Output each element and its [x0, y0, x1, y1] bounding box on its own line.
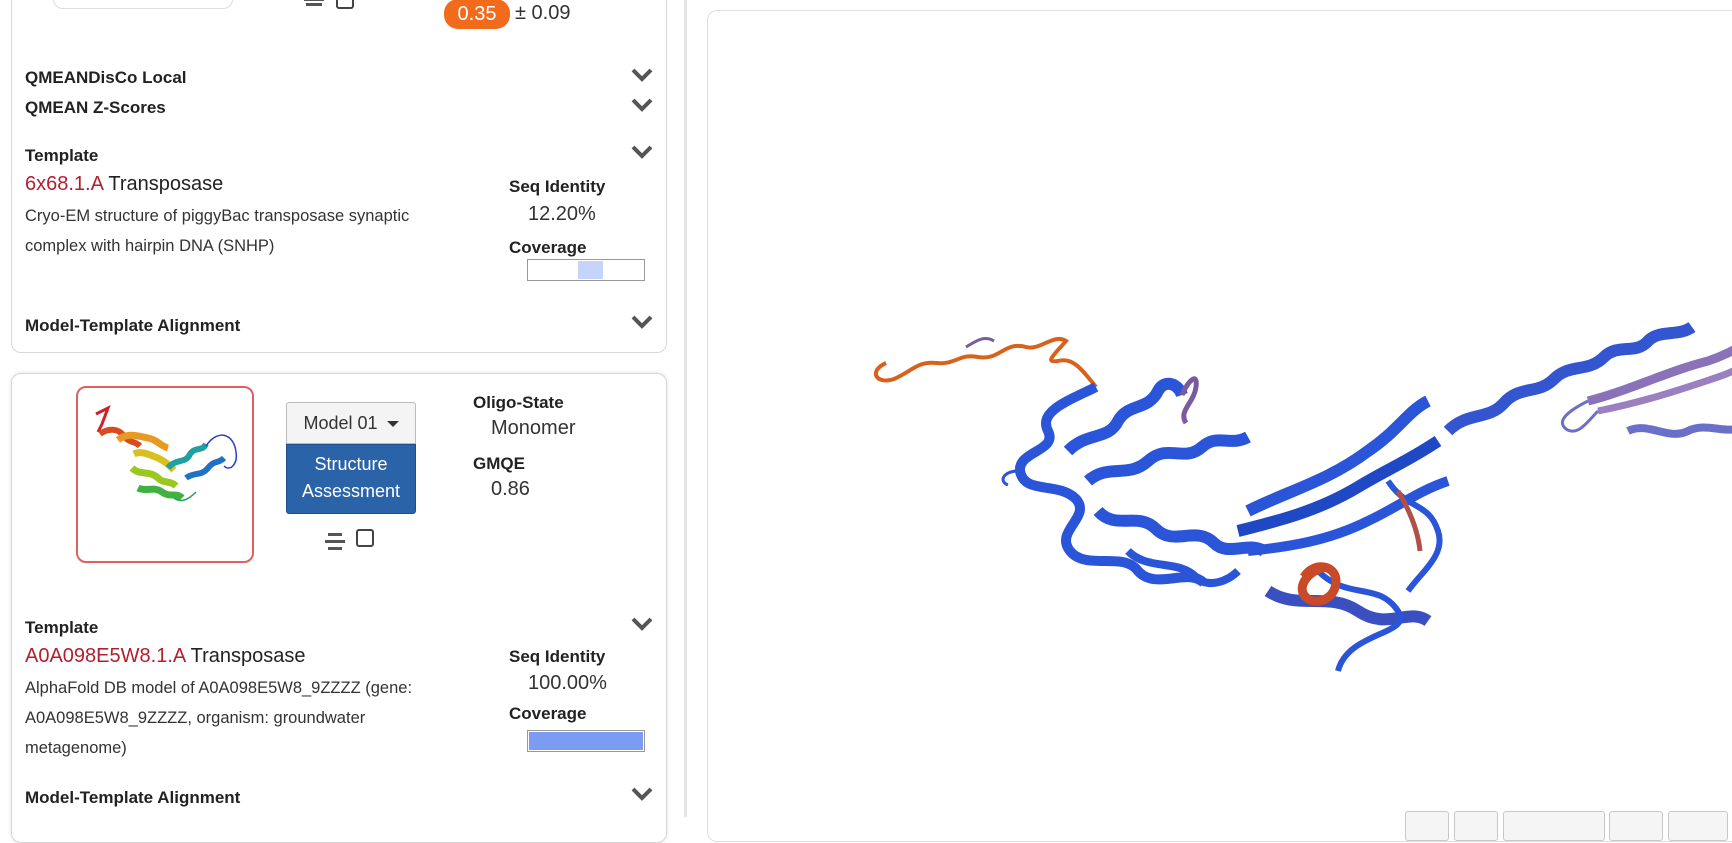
chevron-down-icon[interactable]	[631, 314, 653, 330]
template-description-line: complex with hairpin DNA (SNHP)	[25, 237, 275, 255]
chevron-down-icon[interactable]	[631, 67, 653, 83]
coverage-segment	[578, 261, 604, 279]
viewer-play-button[interactable]	[1668, 811, 1728, 841]
structure-assessment-label-line: Assessment	[301, 481, 401, 501]
template-description: AlphaFold DB model of A0A098E5W8_9ZZZZ (…	[25, 673, 465, 763]
seq-identity-value: 100.00%	[528, 672, 607, 694]
template-description-line: AlphaFold DB model of A0A098E5W8_9ZZZZ (…	[25, 679, 413, 697]
model-template-alignment-heading[interactable]: Model-Template Alignment	[25, 788, 240, 808]
viewer-style-dropdown[interactable]	[1503, 811, 1605, 841]
qmean-zscores-heading[interactable]: QMEAN Z-Scores	[25, 98, 166, 118]
viewer-settings-button[interactable]	[1454, 811, 1498, 841]
template-name: Transposase	[190, 645, 306, 667]
template-heading[interactable]: Template	[25, 146, 98, 166]
column-divider[interactable]	[684, 0, 687, 817]
chevron-down-icon[interactable]	[631, 786, 653, 802]
model-thumbnail-previous[interactable]	[53, 0, 233, 9]
model-card: Model 01 Structure Assessment Oligo-Stat…	[11, 373, 667, 843]
structure-assessment-button[interactable]: Structure Assessment	[286, 444, 416, 514]
template-title: A0A098E5W8.1.A Transposase	[25, 645, 306, 668]
viewer-color-button[interactable]	[1609, 811, 1663, 841]
model-card-previous: 0.35 ± 0.09 QMEANDisCo Local QMEAN Z-Sco…	[11, 0, 667, 353]
template-id-link[interactable]: 6x68.1.A	[25, 173, 104, 195]
template-heading[interactable]: Template	[25, 618, 98, 638]
qmeandisco-local-heading[interactable]: QMEANDisCo Local	[25, 68, 187, 88]
gmqe-value: 0.86	[491, 478, 530, 500]
oligo-state-value: Monomer	[491, 417, 576, 439]
select-model-checkbox[interactable]	[336, 0, 354, 9]
template-description: Cryo-EM structure of piggyBac transposas…	[25, 201, 465, 261]
model-template-alignment-heading[interactable]: Model-Template Alignment	[25, 316, 240, 336]
coverage-bar	[527, 259, 645, 281]
coverage-segment	[529, 732, 643, 750]
model-select-dropdown[interactable]: Model 01	[286, 402, 416, 444]
template-title: 6x68.1.A Transposase	[25, 173, 223, 196]
coverage-bar	[527, 730, 645, 752]
model-thumbnail[interactable]	[76, 386, 254, 563]
gmqe-label: GMQE	[473, 454, 525, 473]
caret-down-icon	[386, 421, 399, 428]
coverage-label: Coverage	[509, 704, 587, 723]
protein-structure-render	[873, 321, 1732, 672]
model-select-label: Model 01	[303, 413, 378, 433]
structure-viewer[interactable]	[707, 10, 1732, 842]
results-column: 0.35 ± 0.09 QMEANDisCo Local QMEAN Z-Sco…	[0, 0, 680, 843]
structure-assessment-label-line: Structure	[314, 454, 388, 474]
qmean-score-error: ± 0.09	[515, 2, 571, 24]
template-description-line: Cryo-EM structure of piggyBac transposas…	[25, 207, 410, 225]
chevron-down-icon[interactable]	[631, 97, 653, 113]
qmean-score-badge: 0.35	[444, 0, 510, 29]
chevron-down-icon[interactable]	[631, 616, 653, 632]
template-description-line: A0A098E5W8_9ZZZZ, organism: groundwater	[25, 709, 366, 727]
template-name: Transposase	[108, 173, 224, 195]
viewer-tool-button[interactable]	[1405, 811, 1449, 841]
model-thumbnail-image	[95, 404, 238, 502]
chevron-down-icon[interactable]	[631, 144, 653, 160]
template-id-link[interactable]: A0A098E5W8.1.A	[25, 645, 186, 667]
coverage-label: Coverage	[509, 238, 587, 257]
seq-identity-value: 12.20%	[528, 203, 596, 225]
oligo-state-label: Oligo-State	[473, 393, 564, 412]
align-icon[interactable]	[323, 532, 347, 552]
align-icon[interactable]	[302, 0, 326, 7]
seq-identity-label: Seq Identity	[509, 647, 606, 666]
template-description-line: metagenome)	[25, 739, 127, 757]
seq-identity-label: Seq Identity	[509, 177, 606, 196]
select-model-checkbox[interactable]	[356, 529, 374, 547]
